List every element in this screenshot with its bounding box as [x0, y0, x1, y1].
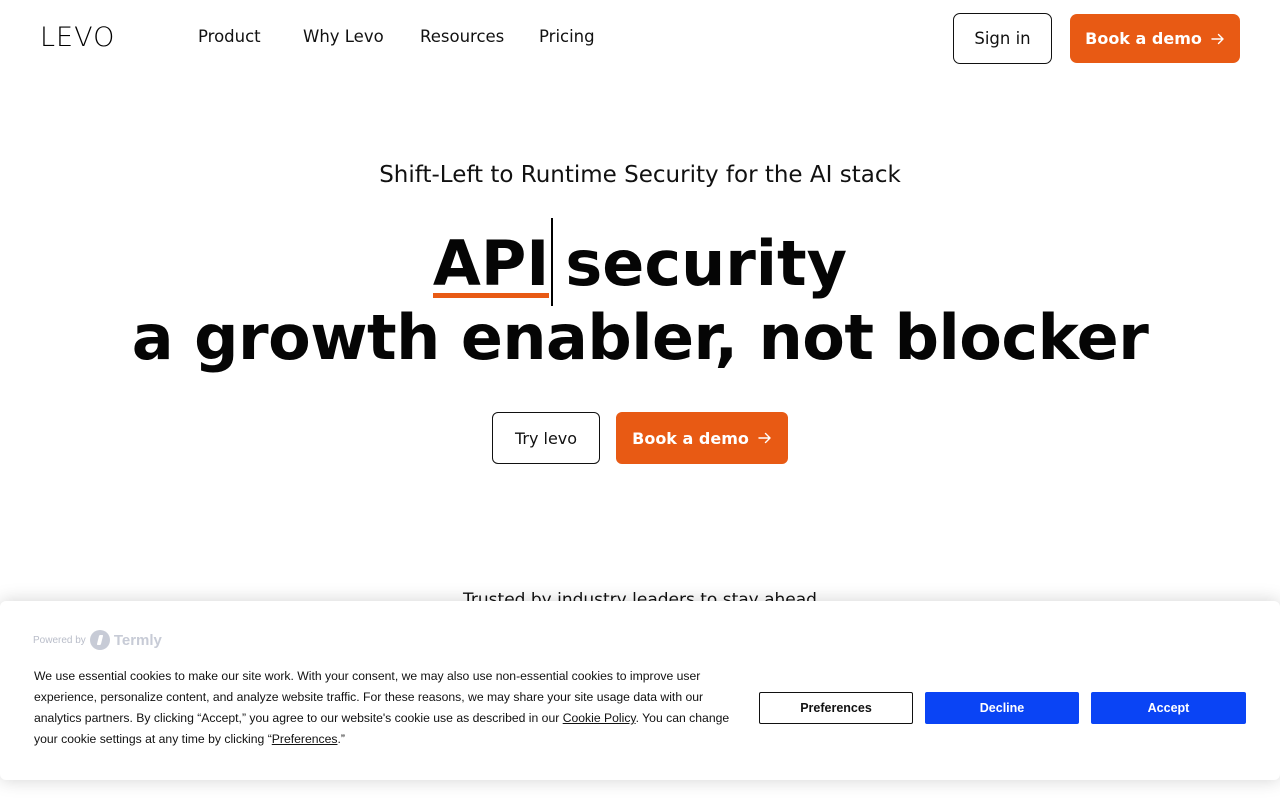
preferences-link[interactable]: Preferences — [272, 732, 338, 746]
sign-in-button[interactable]: Sign in — [953, 13, 1052, 64]
book-demo-hero-button[interactable]: Book a demo — [616, 412, 788, 464]
arrow-right-icon — [758, 431, 772, 445]
nav-item-why-levo[interactable]: Why Levo — [303, 26, 384, 48]
headline-highlight-word: API — [432, 224, 550, 304]
arrow-right-icon — [1211, 32, 1225, 46]
headline-highlight-text: API — [432, 227, 550, 301]
book-demo-header-button[interactable]: Book a demo — [1070, 14, 1240, 63]
powered-by-termly[interactable]: Powered by Termly — [33, 630, 162, 650]
hero-headline-line2: a growth enabler, not blocker — [131, 301, 1149, 374]
book-demo-hero-label: Book a demo — [632, 428, 749, 448]
termly-logo-icon — [89, 630, 110, 650]
cookie-policy-link[interactable]: Cookie Policy — [563, 711, 636, 725]
headline-line1-rest: security — [565, 227, 848, 301]
levo-logo[interactable]: LEVO — [40, 23, 115, 53]
try-levo-button[interactable]: Try levo — [492, 412, 600, 464]
site-header: LEVO Product Why Levo Resources Pricing … — [0, 0, 1280, 76]
termly-brand: Termly — [113, 631, 162, 649]
nav-item-product[interactable]: Product — [198, 26, 261, 48]
nav-item-resources[interactable]: Resources — [420, 26, 504, 48]
hero-headline-line1: API security — [0, 218, 1280, 306]
cookie-consent-banner: Powered by Termly We use essential cooki… — [0, 601, 1280, 780]
try-levo-label: Try levo — [514, 428, 578, 448]
cookie-notice-text: We use essential cookies to make our sit… — [34, 666, 734, 750]
cookie-decline-button[interactable]: Decline — [925, 692, 1079, 724]
cookie-text-part3: .” — [337, 732, 345, 746]
cookie-accept-button[interactable]: Accept — [1091, 692, 1246, 724]
cookie-preferences-button[interactable]: Preferences — [759, 692, 913, 724]
powered-by-text: Powered by — [33, 634, 86, 646]
book-demo-label: Book a demo — [1085, 29, 1202, 48]
sign-in-label: Sign in — [974, 29, 1031, 48]
typing-caret — [551, 218, 554, 306]
hero-eyebrow: Shift-Left to Runtime Security for the A… — [379, 162, 901, 188]
nav-item-pricing[interactable]: Pricing — [539, 26, 595, 48]
